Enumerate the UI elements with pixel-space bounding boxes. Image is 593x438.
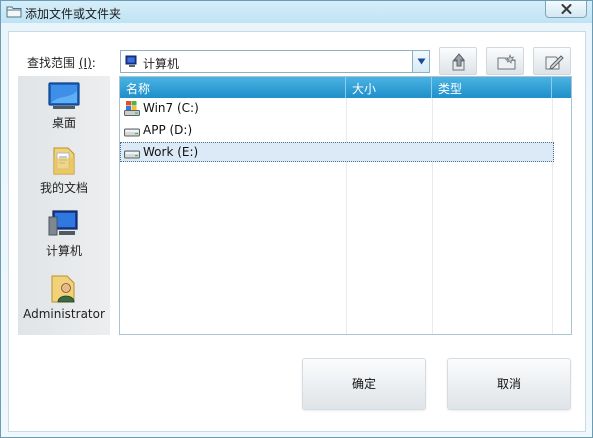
view-menu-icon bbox=[545, 55, 564, 70]
up-one-level-icon bbox=[452, 53, 466, 71]
desktop-icon bbox=[48, 82, 80, 109]
column-size-header[interactable]: 大小 bbox=[346, 77, 432, 98]
drive-icon bbox=[124, 150, 140, 159]
place-administrator-label: Administrator bbox=[23, 307, 105, 321]
list-item[interactable]: APP (D:) bbox=[120, 120, 554, 140]
drive-label: Win7 (C:) bbox=[143, 101, 199, 115]
computer-icon bbox=[48, 210, 78, 236]
system-drive-icon bbox=[124, 101, 140, 116]
list-item-selected[interactable]: Work (E:) bbox=[120, 142, 554, 162]
view-menu-button[interactable] bbox=[533, 47, 571, 75]
computer-small-icon bbox=[125, 55, 137, 67]
place-documents[interactable]: 我的文档 bbox=[18, 144, 110, 196]
title-bar[interactable]: 添加文件或文件夹 bbox=[1, 1, 592, 23]
up-one-level-button[interactable] bbox=[439, 47, 477, 75]
ok-button[interactable]: 确定 bbox=[302, 358, 426, 410]
place-desktop-label: 桌面 bbox=[51, 116, 76, 130]
look-in-dropdown[interactable]: 计算机 bbox=[120, 50, 430, 73]
close-button[interactable] bbox=[545, 1, 587, 18]
folder-icon bbox=[6, 6, 22, 18]
drive-icon bbox=[124, 128, 140, 137]
drive-label: Work (E:) bbox=[143, 145, 199, 159]
drive-label: APP (D:) bbox=[143, 123, 193, 137]
window-title: 添加文件或文件夹 bbox=[25, 7, 122, 21]
place-documents-label: 我的文档 bbox=[39, 181, 88, 195]
close-icon bbox=[561, 4, 572, 14]
look-in-value: 计算机 bbox=[143, 57, 180, 71]
look-in-label: 查找范围 (I): bbox=[27, 56, 96, 70]
place-desktop[interactable]: 桌面 bbox=[18, 81, 110, 131]
column-type-header[interactable]: 类型 bbox=[432, 77, 552, 98]
dialog-window: 添加文件或文件夹 查找范围 (I): 计算机 桌面 我的文档 计算机 Admin… bbox=[0, 0, 593, 438]
place-computer-label: 计算机 bbox=[45, 244, 82, 258]
places-bar: 桌面 我的文档 计算机 Administrator bbox=[18, 76, 110, 335]
dropdown-arrow[interactable] bbox=[412, 51, 429, 72]
new-folder-button[interactable] bbox=[486, 47, 524, 75]
look-in-accelerator: (I) bbox=[78, 56, 92, 70]
look-in-text: 查找范围 bbox=[27, 56, 76, 70]
chevron-down-icon bbox=[417, 58, 426, 65]
list-header: 名称 大小 类型 bbox=[120, 77, 571, 98]
documents-folder-icon bbox=[53, 147, 75, 175]
user-folder-icon bbox=[51, 275, 75, 303]
file-list[interactable]: 名称 大小 类型 Win7 (C:) APP (D:) Work (E:) bbox=[119, 76, 572, 335]
cancel-button[interactable]: 取消 bbox=[447, 358, 571, 410]
list-item[interactable]: Win7 (C:) bbox=[120, 98, 554, 118]
place-computer[interactable]: 计算机 bbox=[18, 209, 110, 259]
new-folder-icon bbox=[497, 53, 516, 70]
place-administrator[interactable]: Administrator bbox=[18, 272, 110, 321]
column-name-header[interactable]: 名称 bbox=[120, 77, 346, 98]
